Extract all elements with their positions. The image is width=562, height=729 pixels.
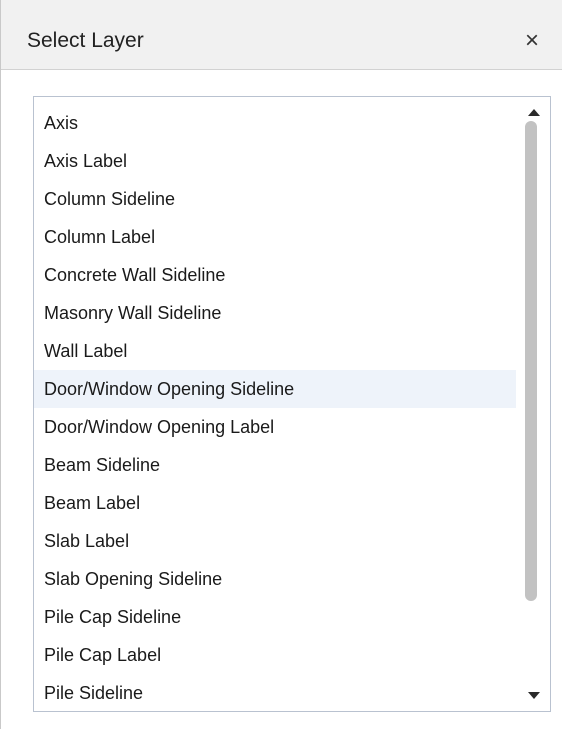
layer-list-item[interactable]: Wall Label bbox=[34, 332, 516, 370]
scrollbar-thumb[interactable] bbox=[525, 121, 537, 601]
vertical-scrollbar[interactable] bbox=[518, 97, 550, 711]
layer-list-item[interactable]: Column Label bbox=[34, 218, 516, 256]
layer-list-box: Axis Axis Label Column Sideline Column L… bbox=[33, 96, 551, 712]
select-layer-dialog: Select Layer × Axis Axis Label Column Si… bbox=[0, 0, 562, 729]
layer-list-item[interactable]: Beam Label bbox=[34, 484, 516, 522]
layer-list-item[interactable]: Pile Cap Label bbox=[34, 636, 516, 674]
layer-list-item[interactable]: Pile Sideline bbox=[34, 674, 516, 711]
dialog-header: Select Layer × bbox=[1, 0, 562, 70]
layer-list-item[interactable]: Concrete Wall Sideline bbox=[34, 256, 516, 294]
layer-list-item[interactable]: Slab Opening Sideline bbox=[34, 560, 516, 598]
layer-list-item[interactable]: Slab Label bbox=[34, 522, 516, 560]
layer-list-item-hovered[interactable]: Door/Window Opening Sideline bbox=[34, 370, 516, 408]
layer-list-item[interactable]: Pile Cap Sideline bbox=[34, 598, 516, 636]
layer-list-item[interactable]: Axis bbox=[34, 104, 516, 142]
dialog-title: Select Layer bbox=[27, 29, 144, 52]
layer-list-item[interactable]: Column Sideline bbox=[34, 180, 516, 218]
layer-list: Axis Axis Label Column Sideline Column L… bbox=[34, 104, 516, 711]
close-icon[interactable]: × bbox=[518, 27, 546, 55]
scroll-down-arrow-icon[interactable] bbox=[528, 692, 540, 699]
scroll-up-arrow-icon[interactable] bbox=[528, 109, 540, 116]
layer-list-item[interactable]: Masonry Wall Sideline bbox=[34, 294, 516, 332]
layer-list-item[interactable]: Beam Sideline bbox=[34, 446, 516, 484]
layer-list-item[interactable]: Axis Label bbox=[34, 142, 516, 180]
layer-list-item[interactable]: Door/Window Opening Label bbox=[34, 408, 516, 446]
